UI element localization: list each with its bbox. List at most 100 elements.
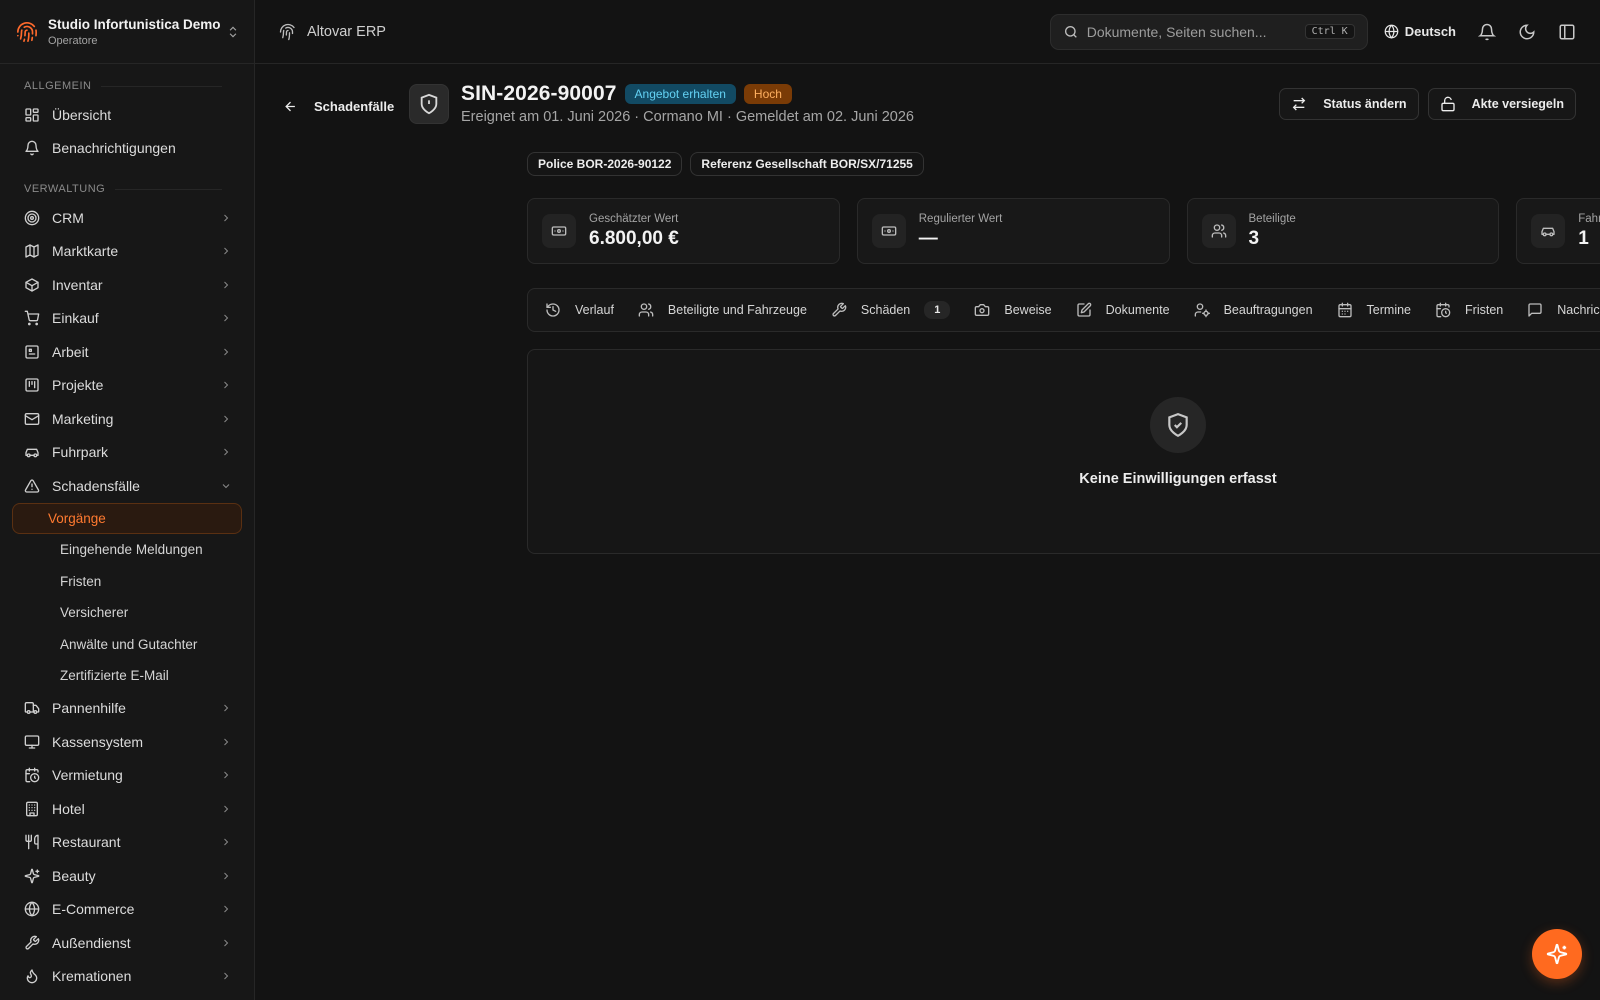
sidebar-item-einkauf[interactable]: Einkauf (0, 302, 254, 336)
sidebar-item-pannenhilfe[interactable]: Pannenhilfe (0, 692, 254, 726)
stat-label: Geschätzter Wert (589, 212, 679, 225)
car-icon (1541, 227, 1555, 237)
search-shortcut: Ctrl K (1304, 24, 1355, 39)
topbar: Altovar ERP Ctrl K Deutsch (255, 0, 1600, 64)
chevron-right-icon (224, 738, 229, 746)
sidebar-subitem-vorgänge[interactable]: Vorgänge (12, 502, 242, 534)
sidebar-item-projekte[interactable]: Projekte (0, 369, 254, 403)
sidebar-item-fuhrpark[interactable]: Fuhrpark (0, 436, 254, 470)
sidebar-item-label: Fuhrpark (52, 444, 109, 461)
sidebar-item-benachrichtigungen[interactable]: Benachrichtigungen (0, 132, 254, 166)
seal-file-button[interactable]: Akte versiegeln (1427, 88, 1576, 120)
org-switcher[interactable]: Studio Infortunistica Demo Operatore (0, 0, 254, 64)
sidebar-item-label: Inventar (52, 276, 103, 293)
sidebar-subitem-eingehende-meldungen[interactable]: Eingehende Meldungen (12, 534, 242, 566)
stat-icon (1531, 214, 1566, 248)
sidebar-subitem-anwälte-und-gutachter[interactable]: Anwälte und Gutachter (12, 629, 242, 661)
sidebar-subitem-fristen[interactable]: Fristen (12, 566, 242, 598)
sidebar-item-übersicht[interactable]: Übersicht (0, 98, 254, 132)
tab-schäden[interactable]: Schäden 1 (819, 293, 962, 327)
tab-label: Beauftragungen (1223, 303, 1313, 317)
sidebar-subitem-zertifizierte-e-mail[interactable]: Zertifizierte E-Mail (12, 660, 242, 692)
chevron-right-icon (224, 704, 229, 712)
sidebar-item-außendienst[interactable]: Außendienst (0, 926, 254, 960)
panel-icon[interactable] (1558, 23, 1576, 41)
stat-icon (542, 214, 576, 248)
sidebar-item-restaurant[interactable]: Restaurant (0, 826, 254, 860)
sidebar-item-inventar[interactable]: Inventar (0, 268, 254, 302)
sidebar-item-schadensfälle[interactable]: Schadensfälle (0, 469, 254, 503)
stat-value: 6.800,00 € (589, 227, 679, 249)
sidebar-item-label: CRM (52, 209, 84, 226)
globe-icon (24, 901, 40, 917)
chevron-right-icon (224, 314, 229, 322)
chevron-right-icon (224, 905, 229, 913)
sidebar-item-arbeit[interactable]: Arbeit (0, 335, 254, 369)
sidebar-item-kassensystem[interactable]: Kassensystem (0, 725, 254, 759)
reference-chips: Police BOR-2026-90122 Referenz Gesellscha… (527, 152, 932, 176)
wrench-icon (832, 302, 847, 317)
utensils-icon (25, 834, 39, 850)
building-icon (26, 801, 38, 817)
tab-beauftragungen[interactable]: Beauftragungen (1182, 293, 1325, 327)
back-button[interactable]: Schadenfälle (273, 93, 404, 120)
sidebar-item-label: Einkauf (52, 310, 99, 327)
brand: Altovar ERP (279, 23, 386, 41)
ai-assistant-button[interactable] (1532, 929, 1582, 979)
tab-dokumente[interactable]: Dokumente (1064, 293, 1182, 327)
search-box[interactable]: Ctrl K (1049, 13, 1368, 50)
calendar-icon (1337, 302, 1352, 318)
sidebar-item-hotel[interactable]: Hotel (0, 792, 254, 826)
tab-label: Dokumente (1105, 303, 1170, 317)
status-badge: Angebot erhalten (624, 84, 736, 104)
sidebar-item-label: Vermietung (52, 767, 123, 784)
mail-icon (24, 412, 40, 425)
tab-termine[interactable]: Termine (1325, 293, 1423, 327)
money-icon (881, 226, 897, 236)
history-icon (546, 303, 560, 317)
sidebar-item-label: Hotel (52, 800, 85, 817)
stat-value: 1 (1578, 227, 1589, 249)
tab-fristen[interactable]: Fristen (1423, 293, 1515, 327)
shield-check-icon (1168, 413, 1188, 438)
reference-chip: Police BOR-2026-90122 (527, 152, 683, 176)
reference-chip: Referenz Gesellschaft BOR/SX/71255 (690, 152, 924, 176)
section-label-admin: Verwaltung (0, 177, 254, 201)
wrench-icon (25, 935, 40, 950)
sidebar-item-e-commerce[interactable]: E-Commerce (0, 893, 254, 927)
main-content: Altovar ERP Ctrl K Deutsch Schadenfälle (255, 0, 1600, 1000)
sidebar-item-marketing[interactable]: Marketing (0, 402, 254, 436)
tab-label: Fristen (1465, 303, 1504, 317)
sidebar-item-marktkarte[interactable]: Marktkarte (0, 235, 254, 269)
users-icon (638, 303, 654, 317)
sidebar-item-label: Marktkarte (52, 243, 119, 260)
bell-icon[interactable] (1478, 23, 1496, 41)
chevron-right-icon (224, 838, 229, 846)
change-status-button[interactable]: Status ändern (1279, 88, 1419, 120)
sidebar-subitem-versicherer[interactable]: Versicherer (12, 597, 242, 629)
tab-nachrichten[interactable]: Nachrichten (1515, 293, 1600, 327)
search-icon (1064, 25, 1077, 38)
chevron-right-icon (224, 214, 229, 222)
stat-value: 3 (1248, 227, 1260, 249)
stat-label: Regulierter Wert (918, 212, 1003, 225)
language-switcher[interactable]: Deutsch (1384, 24, 1456, 39)
stat-card-regulierter-wert: Regulierter Wert — (856, 198, 1170, 264)
tab-beteiligte-und-fahrzeuge[interactable]: Beteiligte und Fahrzeuge (626, 293, 819, 327)
arrow-left-icon (285, 101, 295, 112)
tab-verlauf[interactable]: Verlauf (533, 293, 626, 327)
tab-beweise[interactable]: Beweise (962, 293, 1063, 327)
search-input[interactable] (1086, 23, 1305, 40)
chevron-right-icon (224, 281, 229, 289)
sidebar-item-kremationen[interactable]: Kremationen (0, 960, 254, 994)
sidebar-item-beauty[interactable]: Beauty (0, 859, 254, 893)
moon-icon[interactable] (1518, 23, 1536, 41)
truck-icon (24, 702, 40, 715)
sidebar-item-label: Arbeit (52, 343, 89, 360)
sidebar-item-label: E-Commerce (52, 901, 135, 918)
sidebar-item-crm[interactable]: CRM (0, 201, 254, 235)
calendar-clock-icon (1436, 302, 1451, 318)
sidebar-item-vermietung[interactable]: Vermietung (0, 759, 254, 793)
brand-name: Altovar ERP (307, 23, 386, 40)
chevrons-up-down-icon (229, 26, 237, 37)
